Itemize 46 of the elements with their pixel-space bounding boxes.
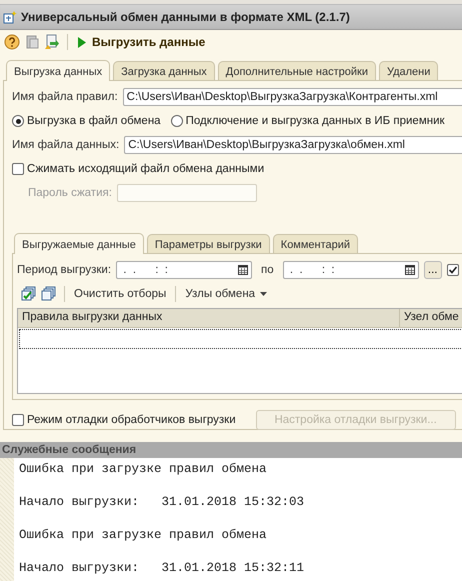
debug-mode-checkbox[interactable]: Режим отладки обработчиков выгрузки xyxy=(12,414,236,426)
form-icon xyxy=(3,10,17,24)
exchange-nodes-menu[interactable]: Узлы обмена xyxy=(183,288,270,300)
radio-button[interactable] xyxy=(170,115,183,127)
input-field[interactable]: C:\Users\Иван\Desktop\ВыгрузкаЗагрузка\Контрагенты.xml xyxy=(122,88,462,106)
radio-label[interactable]: Подключение и выгрузка данных в ИБ приемник xyxy=(186,115,445,127)
play-icon xyxy=(77,36,86,48)
tab[interactable]: Дополнительные настройки xyxy=(218,61,376,80)
caret-icon xyxy=(260,292,268,296)
uncheck-all-icon xyxy=(41,286,57,302)
radio-button[interactable] xyxy=(12,115,24,127)
export-button[interactable]: Выгрузить данные xyxy=(75,35,208,49)
message-text: Ошибка при загрузке правил обмена xyxy=(19,527,268,543)
tab[interactable]: Удалени xyxy=(378,61,438,80)
tab[interactable]: Выгружаемые данные xyxy=(14,233,144,254)
tab[interactable]: Загрузка данных xyxy=(113,61,215,80)
checkbox[interactable] xyxy=(446,264,459,276)
compress-checkbox[interactable]: Сжимать исходящий файл обмена данными xyxy=(12,163,264,175)
column-header[interactable]: Правила выгрузки данных xyxy=(18,309,400,327)
input-field[interactable]: C:\Users\Иван\Desktop\ВыгрузкаЗагрузка\обмен.xml xyxy=(124,136,462,154)
message-text: Ошибка при загрузке правил обмена xyxy=(19,461,268,477)
radio-label[interactable]: Выгрузка в файл обмена xyxy=(27,115,161,127)
document-arrow-icon xyxy=(44,34,60,50)
tab[interactable]: Комментарий xyxy=(272,234,358,253)
message-text: Начало выгрузки: 31.01.2018 15:32:11 xyxy=(19,560,304,576)
check-all-icon xyxy=(21,286,37,302)
field-label: Имя файла данных: xyxy=(12,139,120,151)
messages-header: Служебные сообщения xyxy=(0,442,462,458)
document-icon xyxy=(24,34,40,50)
column-header[interactable]: Узел обме xyxy=(400,309,462,327)
field-label: Пароль сжатия: xyxy=(28,187,112,199)
calendar-icon[interactable] xyxy=(238,265,248,275)
message-text: Начало выгрузки: 31.01.2018 15:32:03 xyxy=(19,494,304,510)
window-title: Универсальный обмен данными в формате XML (2.1.7) xyxy=(21,10,350,24)
date-field[interactable]: . . : : xyxy=(282,261,419,279)
clear-filters-button[interactable]: Очистить отборы xyxy=(72,288,168,300)
field-label: Период выгрузки: xyxy=(17,264,112,276)
calendar-icon[interactable] xyxy=(404,265,415,275)
tab[interactable]: Параметры выгрузки xyxy=(146,234,270,253)
date-field[interactable]: . . : : xyxy=(116,261,252,279)
field-label: по xyxy=(261,264,274,276)
tab[interactable]: Выгрузка данных xyxy=(6,60,110,81)
help-button[interactable] xyxy=(4,34,20,50)
table-row[interactable] xyxy=(19,329,462,349)
field-label: Имя файла правил: xyxy=(12,91,118,103)
select-period-button[interactable]: ... xyxy=(424,261,442,279)
